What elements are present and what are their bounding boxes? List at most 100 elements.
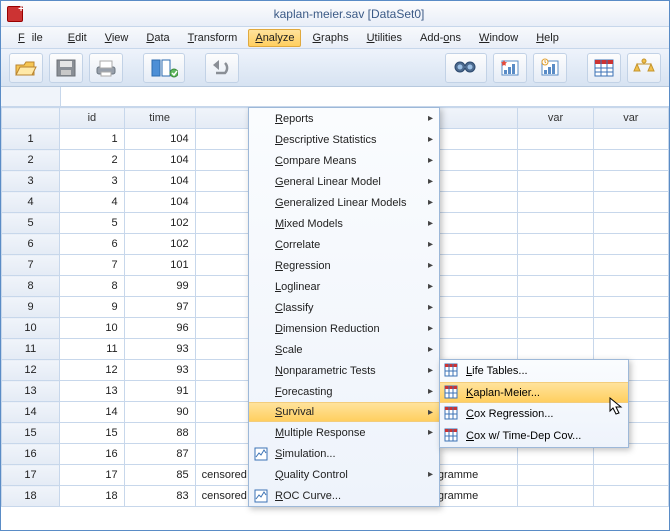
row-header[interactable]: 12 xyxy=(2,360,60,381)
toolbar-undo-button[interactable] xyxy=(205,53,239,83)
cell-id[interactable]: 7 xyxy=(60,255,125,276)
cell-time[interactable]: 101 xyxy=(124,255,195,276)
cell-var[interactable] xyxy=(518,486,593,507)
row-header[interactable]: 8 xyxy=(2,276,60,297)
cell-id[interactable]: 10 xyxy=(60,318,125,339)
cell-var[interactable] xyxy=(593,213,668,234)
survival-item-cox-w-time-dep-cov[interactable]: Cox w/ Time-Dep Cov... xyxy=(440,425,628,447)
row-header[interactable]: 14 xyxy=(2,402,60,423)
cell-time[interactable]: 90 xyxy=(124,402,195,423)
cell-time[interactable]: 87 xyxy=(124,444,195,465)
column-header-id[interactable]: id xyxy=(60,108,125,129)
cell-var[interactable] xyxy=(593,339,668,360)
cell-var[interactable] xyxy=(518,171,593,192)
analyze-item-quality-control[interactable]: Quality Control xyxy=(249,464,439,485)
toolbar-print-button[interactable] xyxy=(89,53,123,83)
cell-id[interactable]: 5 xyxy=(60,213,125,234)
cell-var[interactable] xyxy=(518,297,593,318)
row-header[interactable]: 10 xyxy=(2,318,60,339)
cell-var[interactable] xyxy=(593,192,668,213)
menu-utilities[interactable]: Utilities xyxy=(360,29,409,47)
menu-addons[interactable]: Add-ons xyxy=(413,29,468,47)
menu-data[interactable]: Data xyxy=(139,29,176,47)
cell-var[interactable] xyxy=(518,192,593,213)
cell-var[interactable] xyxy=(518,129,593,150)
cell-var[interactable] xyxy=(518,234,593,255)
toolbar-weight-button[interactable] xyxy=(627,53,661,83)
toolbar-open-button[interactable] xyxy=(9,53,43,83)
row-header[interactable]: 13 xyxy=(2,381,60,402)
row-header[interactable]: 9 xyxy=(2,297,60,318)
row-header[interactable]: 1 xyxy=(2,129,60,150)
analyze-item-survival[interactable]: Survival xyxy=(249,402,439,422)
analyze-item-descriptive-statistics[interactable]: Descriptive Statistics xyxy=(249,129,439,150)
row-header[interactable]: 16 xyxy=(2,444,60,465)
cell-var[interactable] xyxy=(518,339,593,360)
cell-time[interactable]: 83 xyxy=(124,486,195,507)
row-header[interactable]: 3 xyxy=(2,171,60,192)
row-header[interactable]: 2 xyxy=(2,150,60,171)
cell-id[interactable]: 15 xyxy=(60,423,125,444)
toolbar-save-button[interactable] xyxy=(49,53,83,83)
menu-file[interactable]: File xyxy=(11,29,57,47)
cell-time[interactable]: 99 xyxy=(124,276,195,297)
cell-value-display[interactable] xyxy=(61,87,669,106)
cell-id[interactable]: 12 xyxy=(60,360,125,381)
menu-analyze[interactable]: Analyze xyxy=(248,29,301,47)
cell-time[interactable]: 85 xyxy=(124,465,195,486)
column-header-time[interactable]: time xyxy=(124,108,195,129)
analyze-item-classify[interactable]: Classify xyxy=(249,297,439,318)
survival-item-kaplan-meier[interactable]: Kaplan-Meier... xyxy=(440,382,628,403)
analyze-item-regression[interactable]: Regression xyxy=(249,255,439,276)
toolbar-chart-star-button[interactable] xyxy=(493,53,527,83)
analyze-item-dimension-reduction[interactable]: Dimension Reduction xyxy=(249,318,439,339)
cell-var[interactable] xyxy=(518,276,593,297)
cell-var[interactable] xyxy=(593,465,668,486)
cell-time[interactable]: 93 xyxy=(124,339,195,360)
cell-id[interactable]: 13 xyxy=(60,381,125,402)
cell-time[interactable]: 88 xyxy=(124,423,195,444)
row-header[interactable]: 6 xyxy=(2,234,60,255)
cell-var[interactable] xyxy=(593,318,668,339)
row-header[interactable]: 4 xyxy=(2,192,60,213)
row-header[interactable]: 17 xyxy=(2,465,60,486)
cell-time[interactable]: 104 xyxy=(124,129,195,150)
toolbar-table-button[interactable] xyxy=(587,53,621,83)
cell-id[interactable]: 14 xyxy=(60,402,125,423)
cell-time[interactable]: 96 xyxy=(124,318,195,339)
menu-window[interactable]: Window xyxy=(472,29,525,47)
cell-time[interactable]: 91 xyxy=(124,381,195,402)
analyze-item-correlate[interactable]: Correlate xyxy=(249,234,439,255)
analyze-item-roc-curve[interactable]: ROC Curve... xyxy=(249,485,439,506)
analyze-item-forecasting[interactable]: Forecasting xyxy=(249,381,439,402)
analyze-item-reports[interactable]: Reports xyxy=(249,108,439,129)
column-header-var1[interactable]: var xyxy=(518,108,593,129)
cell-var[interactable] xyxy=(593,276,668,297)
analyze-item-simulation[interactable]: Simulation... xyxy=(249,443,439,464)
cell-time[interactable]: 97 xyxy=(124,297,195,318)
cell-id[interactable]: 8 xyxy=(60,276,125,297)
analyze-item-generalized-linear-models[interactable]: Generalized Linear Models xyxy=(249,192,439,213)
cell-var[interactable] xyxy=(518,465,593,486)
cell-id[interactable]: 2 xyxy=(60,150,125,171)
cell-id[interactable]: 11 xyxy=(60,339,125,360)
menu-graphs[interactable]: Graphs xyxy=(305,29,355,47)
analyze-item-mixed-models[interactable]: Mixed Models xyxy=(249,213,439,234)
cell-var[interactable] xyxy=(593,486,668,507)
survival-item-cox-regression[interactable]: Cox Regression... xyxy=(440,403,628,425)
cell-var[interactable] xyxy=(593,171,668,192)
cell-time[interactable]: 102 xyxy=(124,213,195,234)
cell-id[interactable]: 16 xyxy=(60,444,125,465)
column-header-var2[interactable]: var xyxy=(593,108,668,129)
toolbar-variables-button[interactable] xyxy=(143,53,185,83)
cell-var[interactable] xyxy=(593,255,668,276)
cell-time[interactable]: 104 xyxy=(124,171,195,192)
cell-var[interactable] xyxy=(518,213,593,234)
analyze-item-multiple-response[interactable]: Multiple Response xyxy=(249,422,439,443)
menu-help[interactable]: Help xyxy=(529,29,566,47)
cell-id[interactable]: 1 xyxy=(60,129,125,150)
cell-time[interactable]: 104 xyxy=(124,192,195,213)
toolbar-find-button[interactable] xyxy=(445,53,487,83)
cell-id[interactable]: 4 xyxy=(60,192,125,213)
toolbar-chart-clock-button[interactable] xyxy=(533,53,567,83)
